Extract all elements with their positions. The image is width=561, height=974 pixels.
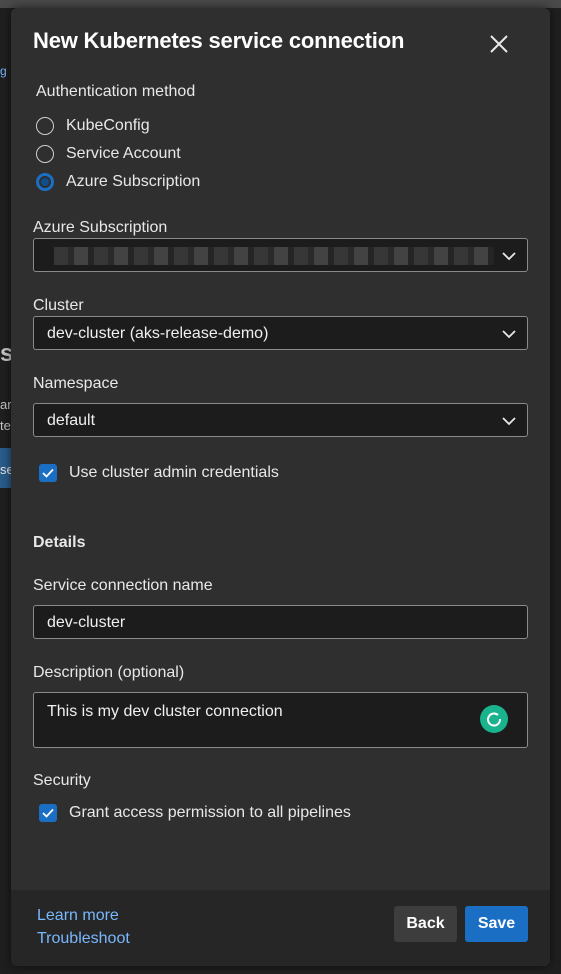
admin-credentials-label: Use cluster admin credentials	[69, 464, 279, 481]
namespace-label: Namespace	[33, 375, 119, 392]
admin-credentials-checkbox[interactable]	[39, 464, 57, 482]
redacted-subscription-value	[54, 247, 494, 265]
connection-name-value: dev-cluster	[47, 614, 126, 631]
chevron-down-icon	[502, 252, 516, 261]
grant-access-label: Grant access permission to all pipelines	[69, 804, 351, 821]
radio-label: KubeConfig	[66, 117, 150, 134]
background-text-fragment: ar	[0, 397, 12, 412]
close-button[interactable]	[487, 32, 511, 56]
auth-method-label: Authentication method	[36, 83, 196, 100]
subscription-label: Azure Subscription	[33, 219, 168, 236]
details-heading: Details	[33, 534, 86, 551]
dialog-title: New Kubernetes service connection	[33, 28, 405, 53]
background-text-fragment: te	[0, 418, 11, 433]
description-textarea[interactable]: This is my dev cluster connection	[33, 692, 528, 748]
connection-name-label: Service connection name	[33, 577, 213, 594]
radio-kubeconfig[interactable]: KubeConfig	[36, 115, 150, 137]
grant-access-checkbox[interactable]	[39, 804, 57, 822]
grammar-assistant-icon[interactable]	[480, 705, 508, 733]
radio-service-account[interactable]: Service Account	[36, 143, 181, 165]
radio-button-selected[interactable]	[36, 173, 54, 191]
checkmark-icon	[42, 808, 54, 818]
cluster-dropdown[interactable]: dev-cluster (aks-release-demo)	[33, 316, 528, 350]
chevron-down-icon	[502, 330, 516, 339]
description-value: This is my dev cluster connection	[47, 703, 283, 720]
back-button[interactable]: Back	[394, 906, 457, 942]
namespace-value: default	[47, 412, 96, 429]
background-header	[0, 0, 561, 8]
save-button[interactable]: Save	[465, 906, 528, 942]
radio-button[interactable]	[36, 145, 54, 163]
subscription-dropdown[interactable]	[33, 238, 528, 272]
description-label: Description (optional)	[33, 664, 185, 681]
radio-button[interactable]	[36, 117, 54, 135]
dialog-footer: Learn more Troubleshoot Back Save	[11, 890, 550, 966]
grant-access-checkbox-row[interactable]: Grant access permission to all pipelines	[39, 804, 351, 822]
radio-label: Service Account	[66, 145, 181, 162]
security-label: Security	[33, 772, 91, 789]
admin-credentials-checkbox-row[interactable]: Use cluster admin credentials	[39, 464, 279, 482]
service-connection-dialog: New Kubernetes service connection Authen…	[11, 8, 550, 966]
cluster-label: Cluster	[33, 297, 84, 314]
radio-azure-subscription[interactable]: Azure Subscription	[36, 171, 200, 193]
cluster-value: dev-cluster (aks-release-demo)	[47, 325, 269, 342]
checkmark-icon	[42, 468, 54, 478]
namespace-dropdown[interactable]: default	[33, 403, 528, 437]
learn-more-link[interactable]: Learn more	[37, 907, 119, 925]
close-icon	[490, 35, 508, 53]
radio-label: Azure Subscription	[66, 173, 201, 190]
connection-name-input[interactable]: dev-cluster	[33, 605, 528, 639]
chevron-down-icon	[502, 417, 516, 426]
troubleshoot-link[interactable]: Troubleshoot	[37, 930, 130, 948]
